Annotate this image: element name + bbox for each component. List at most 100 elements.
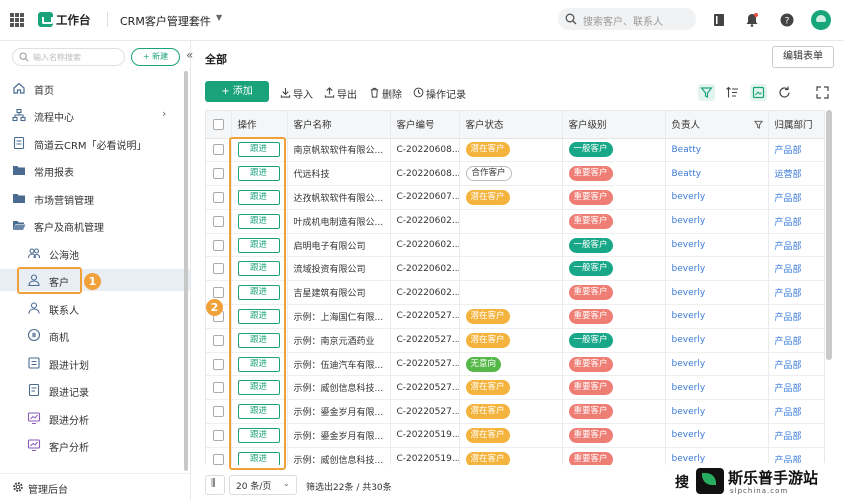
table-row[interactable]: 跟进 叶成机电制造有限公... C-20220602... 重要客户 beverly 产品… (206, 209, 824, 234)
customer-name-cell[interactable]: 示例：南京元酒药业 (287, 328, 391, 353)
table-row[interactable]: 跟进 示例：鎏金岁月有限... C-20220527... 潜在客户 重要客户 bever… (206, 399, 824, 425)
sidebar-item-opportunity[interactable]: 商机 (0, 324, 190, 346)
bell-icon[interactable] (744, 12, 760, 28)
customer-name-cell[interactable]: 示例：威创信息科技... (287, 447, 391, 465)
customer-name-cell[interactable]: 启明电子有限公司 (287, 233, 391, 258)
customer-name-cell[interactable]: 流域投资有限公司 (287, 256, 391, 282)
department-link[interactable]: 运营部 (775, 170, 802, 180)
import-button[interactable]: 导入 (293, 86, 313, 101)
table-row[interactable]: 跟进 代远科技 C-20220608... 合作客户 重要客户 Beatty 运营部 (206, 161, 824, 187)
view-icon[interactable] (750, 84, 767, 101)
sort-icon[interactable] (724, 84, 741, 101)
row-checkbox[interactable] (206, 209, 232, 234)
customer-name-cell[interactable]: 代远科技 (287, 161, 391, 187)
admin-backend-link[interactable]: 管理后台 (0, 473, 190, 500)
page-size-select[interactable]: 20 条/页 ⌄ (229, 475, 297, 495)
column-header[interactable]: 客户状态 (459, 111, 563, 139)
owner-link[interactable]: beverly (672, 335, 706, 345)
owner-link[interactable]: beverly (672, 383, 706, 393)
department-link[interactable]: 产品部 (775, 146, 802, 156)
department-link[interactable]: 产品部 (775, 337, 802, 347)
owner-link[interactable]: beverly (672, 240, 706, 250)
owner-link[interactable]: beverly (672, 407, 706, 417)
column-settings-button[interactable]: ⫼ (205, 475, 225, 495)
add-button[interactable]: + 添加 (205, 81, 269, 102)
table-row[interactable]: 跟进 示例：南京元酒药业 C-20220527... 潜在客户 一般客户 beverly 产… (206, 328, 824, 353)
row-checkbox[interactable] (206, 138, 232, 163)
column-filter-icon[interactable] (753, 120, 763, 129)
department-link[interactable]: 产品部 (775, 194, 802, 204)
table-row[interactable]: 跟进 达孜帆软软件有限公... C-20220607... 潜在客户 重要客户 bever… (206, 185, 824, 210)
table-row[interactable]: 跟进 示例：鎏金岁月有限... C-20220519... 潜在客户 重要客户 bever… (206, 423, 824, 448)
department-link[interactable]: 产品部 (775, 313, 802, 323)
customer-name-cell[interactable]: 示例：鎏金岁月有限... (287, 423, 391, 448)
owner-link[interactable]: beverly (672, 216, 706, 226)
row-checkbox[interactable] (206, 328, 232, 353)
collapse-sidebar-icon[interactable]: « (186, 48, 193, 62)
customer-name-cell[interactable]: 示例：鎏金岁月有限... (287, 399, 391, 425)
table-row[interactable]: 跟进 示例：威创信息科技... C-20220527... 潜在客户 重要客户 bever… (206, 375, 824, 401)
department-link[interactable]: 产品部 (775, 408, 802, 418)
row-checkbox[interactable] (206, 399, 232, 425)
owner-link[interactable]: Beatty (672, 145, 702, 155)
customer-name-cell[interactable]: 南京帆软软件有限公... (287, 138, 391, 163)
customer-name-cell[interactable]: 示例：上海国仁有限... (287, 304, 391, 329)
row-checkbox[interactable] (206, 352, 232, 377)
sidebar-item-follow-plan[interactable]: 跟进计划 (0, 352, 190, 374)
customer-name-cell[interactable]: 示例：威创信息科技... (287, 375, 391, 401)
delete-button[interactable]: 删除 (382, 86, 402, 101)
sidebar-scrollbar[interactable] (184, 71, 188, 471)
department-link[interactable]: 产品部 (775, 432, 802, 442)
sidebar-item-home[interactable]: 首页 (0, 77, 190, 99)
department-link[interactable]: 产品部 (775, 218, 802, 228)
column-header[interactable]: 客户级别 (562, 111, 666, 139)
table-row[interactable]: 跟进 南京帆软软件有限公... C-20220608... 潜在客户 一般客户 Beatt… (206, 138, 824, 163)
customer-name-cell[interactable]: 吉星建筑有限公司 (287, 280, 391, 306)
app-switch-caret-icon[interactable]: ▼ (216, 13, 222, 22)
help-icon[interactable]: ? (779, 12, 795, 28)
new-button[interactable]: + 新建 (131, 48, 180, 66)
filter-icon[interactable] (698, 84, 715, 101)
department-link[interactable]: 产品部 (775, 242, 802, 252)
department-link[interactable]: 产品部 (775, 289, 802, 299)
table-row[interactable]: 跟进 吉星建筑有限公司 C-20220602... 重要客户 beverly 产品部 (206, 280, 824, 306)
owner-link[interactable]: beverly (672, 311, 706, 321)
column-header[interactable]: 客户编号 (390, 111, 460, 139)
table-vertical-scrollbar[interactable] (826, 110, 832, 360)
sidebar-item-follow-analysis[interactable]: 跟进分析 (0, 407, 190, 429)
owner-link[interactable]: beverly (672, 264, 706, 274)
column-header[interactable]: 归属部门 (768, 111, 824, 139)
sidebar-item-contacts[interactable]: 联系人 (0, 297, 190, 319)
department-link[interactable]: 产品部 (775, 384, 802, 394)
workbench-link[interactable]: 工作台 (56, 12, 91, 28)
owner-link[interactable]: Beatty (672, 169, 702, 179)
table-row[interactable]: 跟进 示例：上海国仁有限... C-20220527... 潜在客户 重要客户 bever… (206, 304, 824, 329)
column-header[interactable]: 客户名称 (287, 111, 391, 139)
owner-link[interactable]: beverly (672, 359, 706, 369)
refresh-icon[interactable] (776, 84, 793, 101)
owner-link[interactable]: beverly (672, 430, 706, 440)
row-checkbox[interactable] (206, 185, 232, 210)
select-all-checkbox[interactable] (206, 111, 232, 139)
operation-log-button[interactable]: 操作记录 (426, 86, 466, 101)
table-row[interactable]: 跟进 流域投资有限公司 C-20220602... 一般客户 beverly 产品部 (206, 256, 824, 282)
export-button[interactable]: 导出 (337, 86, 357, 101)
sidebar-item-reports[interactable]: 常用报表 (0, 159, 190, 181)
sidebar-item-crm-guide[interactable]: 简道云CRM「必看说明」 (0, 132, 190, 154)
sidebar-item-public-pool[interactable]: 公海池 (0, 242, 190, 264)
customer-name-cell[interactable]: 达孜帆软软件有限公... (287, 185, 391, 210)
global-search-input[interactable]: 搜索客户、联系人 (558, 8, 696, 30)
customer-name-cell[interactable]: 叶成机电制造有限公... (287, 209, 391, 234)
app-title[interactable]: CRM客户管理套件 (120, 13, 211, 29)
department-link[interactable]: 产品部 (775, 265, 802, 275)
owner-link[interactable]: beverly (672, 288, 706, 298)
book-icon[interactable] (711, 12, 727, 28)
sidebar-item-flow-center[interactable]: 流程中心 › (0, 104, 190, 126)
row-checkbox[interactable] (206, 256, 232, 282)
edit-form-button[interactable]: 编辑表单 (772, 46, 834, 68)
row-checkbox[interactable] (206, 233, 232, 258)
sidebar-item-customer-analysis[interactable]: 客户分析 (0, 434, 190, 456)
sidebar-search-input[interactable]: 输入名称搜索 (12, 48, 125, 66)
customer-name-cell[interactable]: 示例：伍迪汽车有限... (287, 352, 391, 377)
sidebar-item-marketing[interactable]: 市场营销管理 (0, 187, 190, 209)
